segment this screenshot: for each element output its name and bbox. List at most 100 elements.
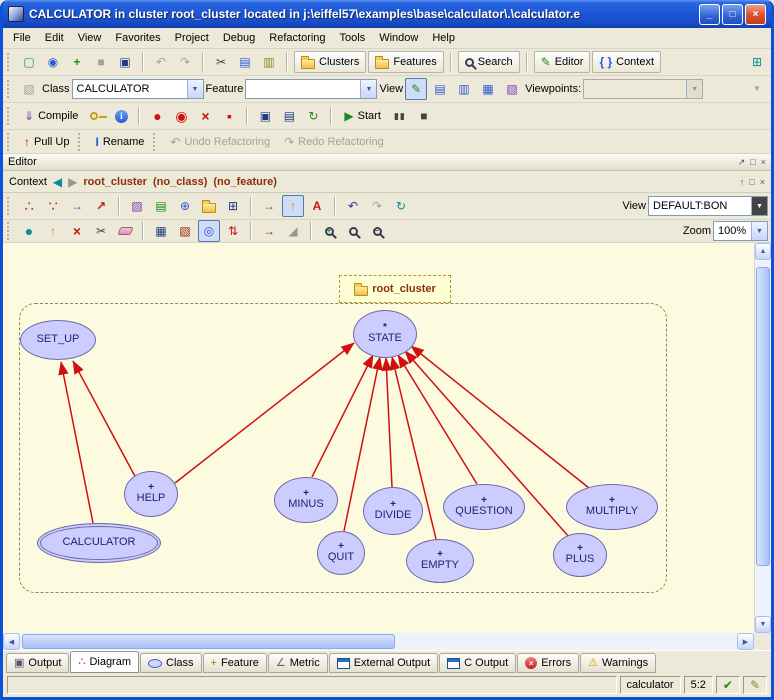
debug-stop-icon[interactable]: × bbox=[194, 105, 216, 127]
class-node-divide[interactable]: +DIVIDE bbox=[363, 487, 423, 535]
tab-output[interactable]: ▣Output bbox=[6, 653, 69, 673]
grid-layout-icon[interactable]: ▦ bbox=[150, 220, 172, 242]
scroll-up-button[interactable]: ▲ bbox=[755, 243, 771, 260]
tab-metric[interactable]: ∠Metric bbox=[268, 653, 328, 673]
export-image-icon[interactable]: ▨ bbox=[126, 195, 148, 217]
titlebar[interactable]: CALCULATOR in cluster root_cluster locat… bbox=[3, 0, 771, 28]
debug-attach-icon[interactable]: ◉ bbox=[170, 105, 192, 127]
history-icon[interactable]: ● bbox=[18, 220, 40, 242]
class-node-minus[interactable]: +MINUS bbox=[274, 477, 338, 523]
scroll-left-button[interactable]: ◀ bbox=[3, 633, 20, 650]
delete-icon[interactable]: × bbox=[66, 220, 88, 242]
restart-icon[interactable]: ↻ bbox=[302, 105, 324, 127]
cut-icon[interactable]: ✂ bbox=[210, 51, 232, 73]
cluster-label[interactable]: root_cluster bbox=[339, 275, 451, 303]
text-tool-icon[interactable]: A bbox=[306, 195, 328, 217]
close-panel-icon[interactable]: × bbox=[761, 157, 766, 168]
interface-view-icon[interactable]: ▧ bbox=[501, 78, 523, 100]
rename-button[interactable]: IRename bbox=[89, 131, 150, 153]
editor-button[interactable]: ✎Editor bbox=[534, 51, 591, 73]
dock-panel-icon[interactable]: □ bbox=[750, 157, 755, 168]
class-combobox[interactable]: CALCULATOR▼ bbox=[72, 79, 204, 99]
vertical-scroll-track[interactable] bbox=[755, 260, 771, 616]
tab-errors[interactable]: ×Errors bbox=[517, 653, 579, 673]
dropdown-arrow-icon[interactable]: ▼ bbox=[360, 80, 376, 98]
toolbar-grip[interactable] bbox=[7, 222, 12, 240]
windows-icon[interactable]: ⊞ bbox=[222, 195, 244, 217]
close-panel-icon[interactable]: × bbox=[760, 177, 765, 187]
breakpoints-icon[interactable]: ▪ bbox=[218, 105, 240, 127]
open-file-icon[interactable]: ◉ bbox=[42, 51, 64, 73]
dropdown-arrow-icon[interactable]: ▼ bbox=[187, 80, 203, 98]
search-button[interactable]: Search bbox=[458, 51, 520, 73]
clickable-view-icon[interactable]: ▤ bbox=[429, 78, 451, 100]
menu-window[interactable]: Window bbox=[373, 30, 424, 46]
put-class-icon[interactable]: ↑ bbox=[282, 195, 304, 217]
tab-warnings[interactable]: ⚠Warnings bbox=[580, 653, 656, 673]
class-node-plus[interactable]: +PLUS bbox=[553, 533, 607, 577]
tab-class[interactable]: Class bbox=[140, 653, 202, 673]
diagram-tool-icon[interactable]: ⊞ bbox=[746, 51, 768, 73]
menu-file[interactable]: File bbox=[7, 30, 37, 46]
new-window-icon[interactable]: ▢ bbox=[18, 51, 40, 73]
horizontal-scroll-track[interactable] bbox=[20, 633, 737, 650]
toolbar-grip[interactable] bbox=[78, 133, 83, 151]
vertical-scroll-thumb[interactable] bbox=[756, 267, 770, 566]
copy-icon[interactable]: ▤ bbox=[234, 51, 256, 73]
print-icon[interactable]: ▤ bbox=[150, 195, 172, 217]
toolbar-grip[interactable] bbox=[7, 80, 12, 98]
diagram-view-combobox[interactable]: DEFAULT:BON▼ bbox=[648, 196, 768, 216]
scroll-down-button[interactable]: ▼ bbox=[755, 616, 771, 633]
eraser-icon[interactable] bbox=[114, 220, 136, 242]
show-clients-icon[interactable]: ◢ bbox=[282, 220, 304, 242]
class-node-calculator[interactable]: CALCULATOR bbox=[37, 523, 161, 563]
menu-debug[interactable]: Debug bbox=[217, 30, 261, 46]
class-node-multiply[interactable]: +MULTIPLY bbox=[566, 484, 658, 530]
class-node-help[interactable]: +HELP bbox=[124, 471, 178, 517]
watch-tool-icon[interactable]: ▤ bbox=[278, 105, 300, 127]
bon-class-tool-icon[interactable]: ∴ bbox=[18, 195, 40, 217]
class-node-set_up[interactable]: SET_UP bbox=[20, 320, 96, 360]
context-button[interactable]: { }Context bbox=[592, 51, 661, 73]
maximize-button[interactable]: □ bbox=[722, 4, 743, 25]
menu-help[interactable]: Help bbox=[426, 30, 461, 46]
zoom-combobox[interactable]: 100%▼ bbox=[713, 221, 768, 241]
zoom-in-icon[interactable] bbox=[318, 220, 340, 242]
flat-view-icon[interactable]: ▦ bbox=[477, 78, 499, 100]
inheritance-link-icon[interactable]: ↗ bbox=[90, 195, 112, 217]
menu-project[interactable]: Project bbox=[169, 30, 215, 46]
pause-button[interactable]: ▮▮ bbox=[389, 105, 411, 127]
diagram-canvas[interactable]: root_cluster SET_UP*STATE+HELPCALCULATOR… bbox=[3, 243, 754, 633]
tree-layout-icon[interactable]: ▧ bbox=[174, 220, 196, 242]
toolbar-grip[interactable] bbox=[7, 107, 12, 125]
zoom-out-icon[interactable] bbox=[366, 220, 388, 242]
menu-favorites[interactable]: Favorites bbox=[109, 30, 166, 46]
refresh-icon[interactable]: ↻ bbox=[390, 195, 412, 217]
zoom-fit-icon[interactable] bbox=[342, 220, 364, 242]
features-button[interactable]: Features bbox=[368, 51, 443, 73]
promote-panel-icon[interactable]: ↑ bbox=[740, 177, 745, 187]
scroll-right-button[interactable]: ▶ bbox=[737, 633, 754, 650]
new-folder-icon[interactable] bbox=[198, 195, 220, 217]
tab-feature[interactable]: +Feature bbox=[203, 653, 267, 673]
compile-button[interactable]: ⇓Compile bbox=[18, 105, 84, 127]
float-panel-icon[interactable]: ↗ bbox=[738, 157, 746, 168]
class-node-empty[interactable]: +EMPTY bbox=[406, 539, 474, 583]
toolbar-grip[interactable] bbox=[7, 197, 12, 215]
clusters-button[interactable]: Clusters bbox=[294, 51, 366, 73]
new-class-icon[interactable]: + bbox=[66, 51, 88, 73]
diagram-undo-icon[interactable]: ↶ bbox=[342, 195, 364, 217]
stop-button[interactable]: ■ bbox=[413, 105, 435, 127]
class-node-quit[interactable]: +QUIT bbox=[317, 531, 365, 575]
class-node-question[interactable]: +QUESTION bbox=[443, 484, 525, 530]
horizontal-scroll-thumb[interactable] bbox=[22, 634, 395, 649]
start-button[interactable]: ▶Start bbox=[338, 105, 386, 127]
close-button[interactable]: × bbox=[745, 4, 766, 25]
dropdown-arrow-icon[interactable]: ▼ bbox=[751, 222, 767, 240]
show-suppliers-icon[interactable]: → bbox=[258, 220, 280, 242]
project-info-icon[interactable]: i bbox=[110, 105, 132, 127]
go-to-icon[interactable]: → bbox=[258, 195, 280, 217]
dropdown-arrow-icon[interactable]: ▼ bbox=[751, 197, 767, 215]
force-layout-icon[interactable]: ◎ bbox=[198, 220, 220, 242]
tab-external-output[interactable]: External Output bbox=[329, 653, 438, 673]
